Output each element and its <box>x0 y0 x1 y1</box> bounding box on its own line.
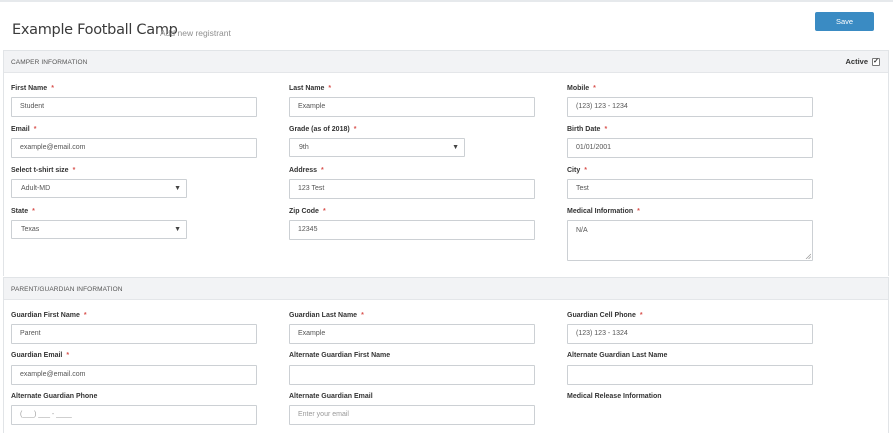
caret-down-icon: ▼ <box>174 226 181 233</box>
active-toggle[interactable]: Active ✓ <box>845 57 880 66</box>
page-title: Example Football Camp <box>12 22 178 38</box>
guardian-first-name-field[interactable]: Parent <box>11 324 257 344</box>
guardian-first-name-label: Guardian First Name * <box>11 312 87 319</box>
email-field[interactable]: example@email.com <box>11 138 257 158</box>
checkbox-checked-icon[interactable]: ✓ <box>872 57 880 66</box>
alt-guardian-phone-field[interactable]: (___) ___ - ____ <box>11 405 257 425</box>
city-field[interactable]: Test <box>567 179 813 199</box>
city-label: City * <box>567 167 587 174</box>
medical-textarea[interactable]: N/A <box>567 220 813 261</box>
save-button[interactable]: Save <box>815 12 874 31</box>
state-select[interactable]: Texas ▼ <box>11 220 187 239</box>
email-label: Email * <box>11 126 37 133</box>
grade-label: Grade (as of 2018) * <box>289 126 357 133</box>
top-divider <box>0 0 893 2</box>
camper-information-section: CAMPER INFORMATION Active ✓ First Name * … <box>3 50 889 276</box>
guardian-email-field[interactable]: example@email.com <box>11 365 257 385</box>
grade-value: 9th <box>299 144 309 151</box>
guardian-email-label: Guardian Email * <box>11 352 70 359</box>
state-value: Texas <box>21 226 40 233</box>
guardian-cell-label: Guardian Cell Phone * <box>567 312 643 319</box>
mobile-label: Mobile * <box>567 85 596 92</box>
guardian-last-name-label: Guardian Last Name * <box>289 312 364 319</box>
zip-field[interactable]: 12345 <box>289 220 535 240</box>
guardian-information-section: PARENT/GUARDIAN INFORMATION Guardian Fir… <box>3 277 889 433</box>
mobile-field[interactable]: (123) 123 - 1234 <box>567 97 813 117</box>
resize-grip-icon[interactable] <box>805 253 811 259</box>
medical-value: N/A <box>576 227 588 234</box>
tshirt-select[interactable]: Adult-MD ▼ <box>11 179 187 198</box>
active-label: Active <box>845 57 868 66</box>
alt-guardian-last-label: Alternate Guardian Last Name <box>567 352 668 359</box>
alt-guardian-last-field[interactable] <box>567 365 813 385</box>
first-name-label: First Name * <box>11 85 54 92</box>
grade-select[interactable]: 9th ▼ <box>289 138 465 157</box>
section-title: PARENT/GUARDIAN INFORMATION <box>11 286 123 293</box>
birth-date-field[interactable]: 01/01/2001 <box>567 138 813 158</box>
last-name-label: Last Name * <box>289 85 332 92</box>
guardian-last-name-field[interactable]: Example <box>289 324 535 344</box>
first-name-field[interactable]: Student <box>11 97 257 117</box>
alt-guardian-email-label: Alternate Guardian Email <box>289 393 373 400</box>
alt-guardian-first-field[interactable] <box>289 365 535 385</box>
address-field[interactable]: 123 Test <box>289 179 535 199</box>
tshirt-label: Select t-shirt size * <box>11 167 76 174</box>
medical-label: Medical Information * <box>567 208 640 215</box>
section-title: CAMPER INFORMATION <box>11 59 88 66</box>
guardian-section-header: PARENT/GUARDIAN INFORMATION <box>4 277 888 300</box>
guardian-cell-field[interactable]: (123) 123 - 1324 <box>567 324 813 344</box>
camper-section-header: CAMPER INFORMATION Active ✓ <box>4 50 888 73</box>
birth-date-label: Birth Date * <box>567 126 608 133</box>
last-name-field[interactable]: Example <box>289 97 535 117</box>
state-label: State * <box>11 208 35 215</box>
address-label: Address * <box>289 167 324 174</box>
zip-label: Zip Code * <box>289 208 326 215</box>
caret-down-icon: ▼ <box>174 185 181 192</box>
alt-guardian-first-label: Alternate Guardian First Name <box>289 352 391 359</box>
alt-guardian-email-field[interactable]: Enter your email <box>289 405 535 425</box>
alt-guardian-phone-label: Alternate Guardian Phone <box>11 393 98 400</box>
tshirt-value: Adult-MD <box>21 185 51 192</box>
page-subtitle: Add new registrant <box>160 28 231 38</box>
caret-down-icon: ▼ <box>452 144 459 151</box>
medical-release-label: Medical Release Information <box>567 393 662 400</box>
